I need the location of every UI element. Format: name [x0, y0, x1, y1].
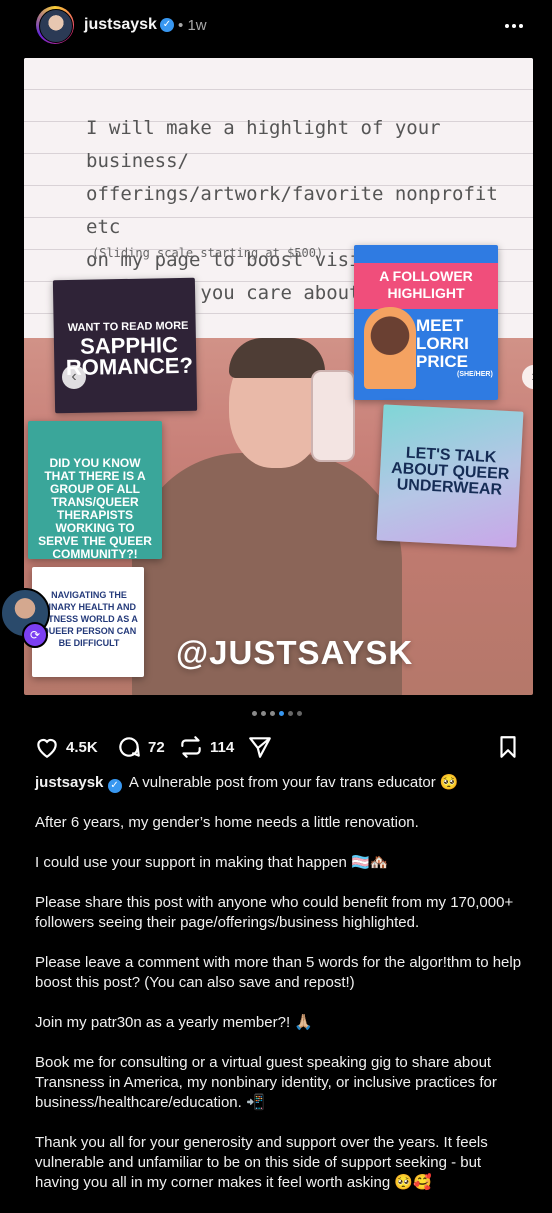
caption-paragraph: Book me for consulting or a virtual gues…	[35, 1054, 497, 1111]
bookmark-icon	[500, 736, 516, 758]
comment-icon	[119, 737, 140, 757]
post-time: • 1w	[178, 17, 207, 34]
post-media-carousel[interactable]: I will make a highlight of your business…	[24, 58, 533, 695]
follower-portrait	[364, 307, 416, 389]
carousel-prev-icon[interactable]: ‹	[62, 365, 86, 389]
carousel-dot-active	[279, 711, 284, 716]
caption-paragraph: Please leave a comment with more than 5 …	[35, 954, 522, 991]
comment-button[interactable]: 72	[116, 734, 165, 760]
carousel-dot	[252, 711, 257, 716]
queer-underwear-card: LET'S TALK ABOUT QUEER UNDERWEAR	[376, 404, 524, 548]
send-icon	[249, 737, 271, 758]
repost-icon	[181, 736, 201, 758]
caption-username[interactable]: justsaysk	[35, 774, 103, 791]
caption-paragraph: Please share this post with anyone who c…	[35, 894, 514, 931]
watermark-handle: @JUSTSAYSK	[176, 634, 414, 671]
follower-highlight-card: A FOLLOWER HIGHLIGHT MEET LORRI PRICE (S…	[354, 245, 498, 400]
like-button[interactable]: 4.5K	[34, 734, 98, 760]
caption-paragraph: I could use your support in making that …	[35, 854, 389, 871]
repost-count: 114	[210, 738, 235, 756]
repost-button[interactable]: 114	[178, 734, 234, 760]
save-button[interactable]	[495, 734, 521, 760]
repost-badge-icon: ⟳	[22, 622, 48, 648]
carousel-dot	[261, 711, 266, 716]
verified-badge-icon: ✓	[107, 779, 122, 793]
post-caption: justsaysk ✓ A vulnerable post from your …	[35, 773, 525, 1213]
post-header: justsaysk ✓ • 1w	[0, 0, 552, 56]
share-button[interactable]	[247, 734, 273, 760]
author-avatar[interactable]	[36, 6, 74, 44]
comment-count: 72	[148, 738, 165, 756]
fitness-world-card: NAVIGATING THE BINARY HEALTH AND FITNESS…	[32, 567, 144, 677]
caption-paragraph: After 6 years, my gender’s home needs a …	[35, 814, 419, 831]
heart-icon	[37, 738, 57, 759]
author-username[interactable]: justsaysk	[84, 16, 157, 34]
handwritten-subnote: (Sliding scale starting at $500)	[92, 246, 324, 260]
caption-paragraph: Thank you all for your generosity and su…	[35, 1134, 488, 1191]
phone-in-hand	[311, 370, 355, 462]
did-you-know-card: DID YOU KNOW THAT THERE IS A GROUP OF AL…	[28, 421, 162, 561]
sapphic-romance-card: WANT TO READ MORE SAPPHIC ROMANCE?	[52, 277, 198, 414]
carousel-next-icon[interactable]: ›	[522, 365, 533, 389]
post-actions-bar: 4.5K 72 114	[0, 734, 552, 762]
avatar-photo	[39, 9, 73, 43]
more-options-icon[interactable]	[502, 14, 526, 38]
carousel-dot	[270, 711, 275, 716]
carousel-dot	[297, 711, 302, 716]
caption-paragraph: Join my patr30n as a yearly member?! 🙏🏼	[35, 1014, 313, 1031]
person-hair	[229, 338, 325, 378]
carousel-dot	[288, 711, 293, 716]
like-count: 4.5K	[66, 738, 98, 756]
verified-badge-icon: ✓	[160, 18, 174, 32]
caption-first-line: justsaysk ✓ A vulnerable post from your …	[35, 774, 459, 793]
carousel-indicator	[252, 709, 312, 717]
